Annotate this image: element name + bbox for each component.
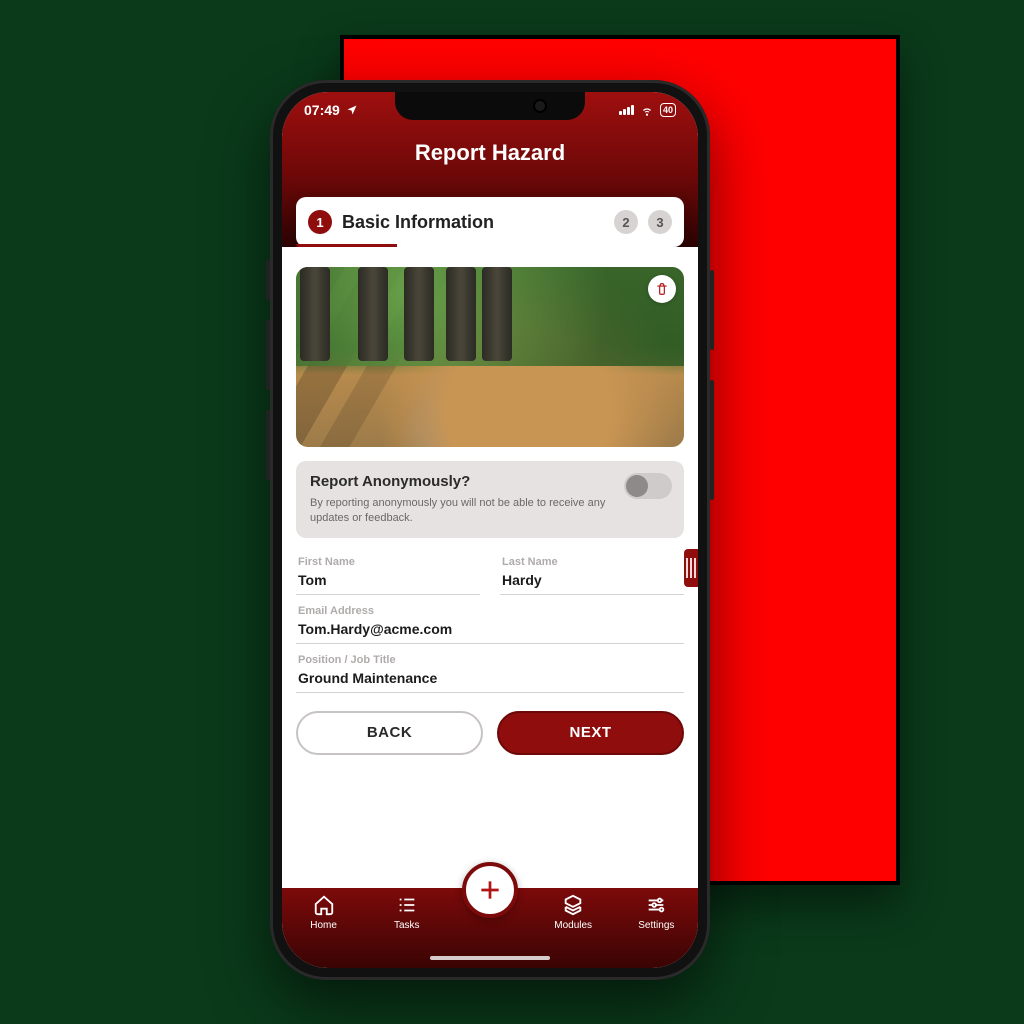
home-icon — [313, 894, 335, 916]
form-content: Report Anonymously? By reporting anonymo… — [282, 247, 698, 888]
cell-signal-icon — [619, 105, 634, 115]
first-name-label: First Name — [298, 556, 478, 568]
first-name-value: Tom — [298, 572, 478, 588]
phone-notch — [395, 92, 585, 120]
bottom-nav: Home Tasks Modules Settings — [282, 888, 698, 968]
nav-tasks[interactable]: Tasks — [377, 894, 437, 931]
wifi-icon — [640, 103, 654, 117]
phone-screen: 07:49 40 Report Hazard 1 Basic Informati… — [282, 92, 698, 968]
anonymous-toggle[interactable] — [624, 473, 672, 499]
phone-frame: 07:49 40 Report Hazard 1 Basic Informati… — [270, 80, 710, 980]
position-value: Ground Maintenance — [298, 670, 682, 686]
anonymous-panel: Report Anonymously? By reporting anonymo… — [296, 461, 684, 538]
nav-modules[interactable]: Modules — [543, 894, 603, 931]
email-field[interactable]: Email Address Tom.Hardy@acme.com — [296, 595, 684, 644]
last-name-value: Hardy — [502, 572, 682, 588]
status-time: 07:49 — [304, 102, 340, 118]
position-field[interactable]: Position / Job Title Ground Maintenance — [296, 644, 684, 693]
home-indicator — [430, 956, 550, 960]
anonymous-title: Report Anonymously? — [310, 473, 670, 490]
nav-home-label: Home — [310, 920, 337, 931]
nav-settings-label: Settings — [638, 920, 674, 931]
location-icon — [346, 104, 358, 116]
delete-photo-button[interactable] — [648, 275, 676, 303]
modules-icon — [562, 894, 584, 916]
tasks-icon — [396, 894, 418, 916]
nav-tasks-label: Tasks — [394, 920, 420, 931]
nav-settings[interactable]: Settings — [626, 894, 686, 931]
email-label: Email Address — [298, 605, 682, 617]
trash-icon — [655, 282, 669, 296]
step-title: Basic Information — [342, 212, 604, 233]
step-badge-2[interactable]: 2 — [614, 210, 638, 234]
page-title: Report Hazard — [282, 140, 698, 166]
last-name-field[interactable]: Last Name Hardy — [500, 546, 684, 595]
button-row: BACK NEXT — [296, 711, 684, 755]
nav-home[interactable]: Home — [294, 894, 354, 931]
last-name-label: Last Name — [502, 556, 682, 568]
anonymous-subtitle: By reporting anonymously you will not be… — [310, 496, 627, 526]
fab-add-button[interactable] — [462, 862, 518, 918]
hazard-photo[interactable] — [296, 267, 684, 447]
plus-icon — [477, 877, 503, 903]
first-name-field[interactable]: First Name Tom — [296, 546, 480, 595]
side-handle[interactable] — [684, 549, 698, 587]
step-badge-3[interactable]: 3 — [648, 210, 672, 234]
email-value: Tom.Hardy@acme.com — [298, 621, 682, 637]
step-header-card: 1 Basic Information 2 3 — [296, 197, 684, 247]
nav-modules-label: Modules — [554, 920, 592, 931]
back-button[interactable]: BACK — [296, 711, 483, 755]
battery-indicator: 40 — [660, 103, 676, 117]
settings-icon — [645, 894, 667, 916]
step-badge-current: 1 — [308, 210, 332, 234]
position-label: Position / Job Title — [298, 654, 682, 666]
next-button[interactable]: NEXT — [497, 711, 684, 755]
